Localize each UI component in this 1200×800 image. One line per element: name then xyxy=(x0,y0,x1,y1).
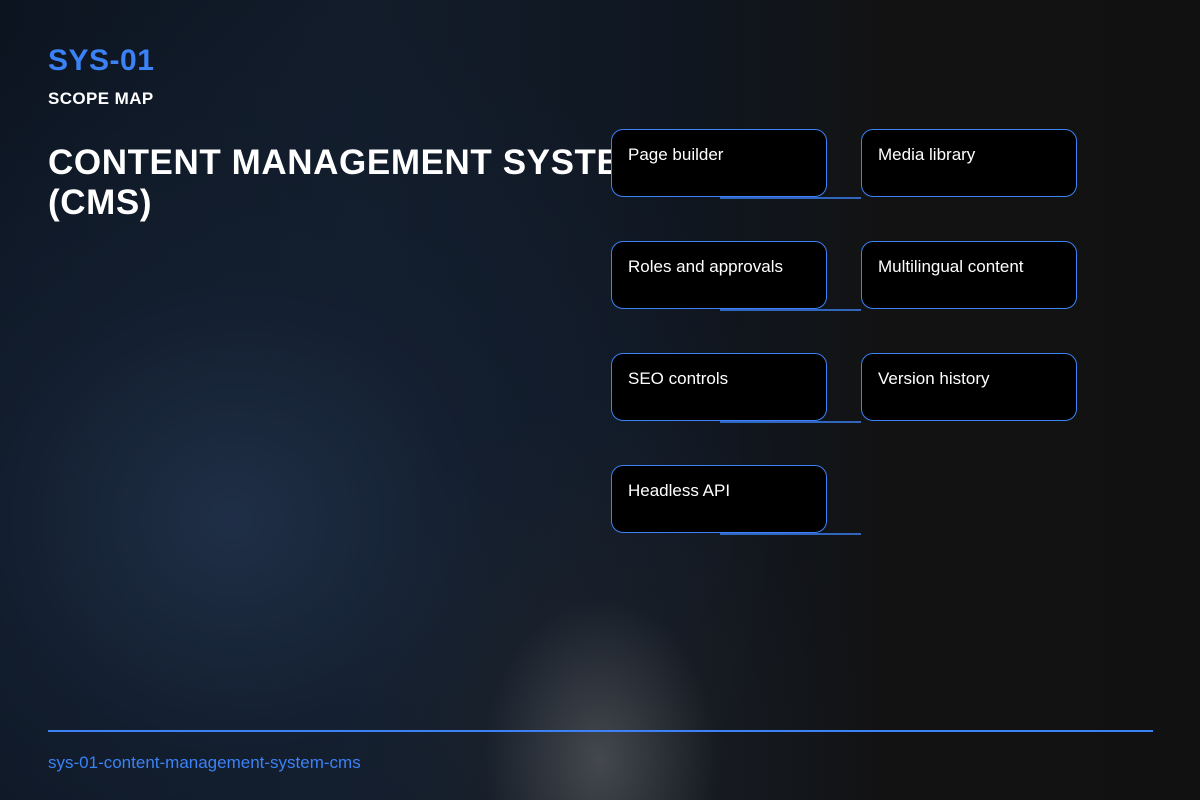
node-version-history: Version history xyxy=(861,353,1077,421)
node-seo-controls: SEO controls xyxy=(611,353,827,421)
node-media-library: Media library xyxy=(861,129,1077,197)
system-code: SYS-01 xyxy=(48,44,155,77)
footer-slug: sys-01-content-management-system-cms xyxy=(48,753,361,772)
node-headless-api: Headless API xyxy=(611,465,827,533)
node-label: Page builder xyxy=(628,145,724,164)
node-label: SEO controls xyxy=(628,369,729,388)
node-label: Roles and approvals xyxy=(628,257,783,276)
node-multilingual-content: Multilingual content xyxy=(861,241,1077,309)
node-roles-and-approvals: Roles and approvals xyxy=(611,241,827,309)
page-title: CONTENT MANAGEMENT SYSTEM (CMS) xyxy=(48,143,651,222)
node-page-builder: Page builder xyxy=(611,129,827,197)
node-label: Multilingual content xyxy=(878,257,1024,276)
node-label: Media library xyxy=(878,145,976,164)
footer-divider xyxy=(48,730,1153,732)
node-label: Version history xyxy=(878,369,990,388)
node-label: Headless API xyxy=(628,481,731,500)
section-kicker: SCOPE MAP xyxy=(48,89,154,108)
